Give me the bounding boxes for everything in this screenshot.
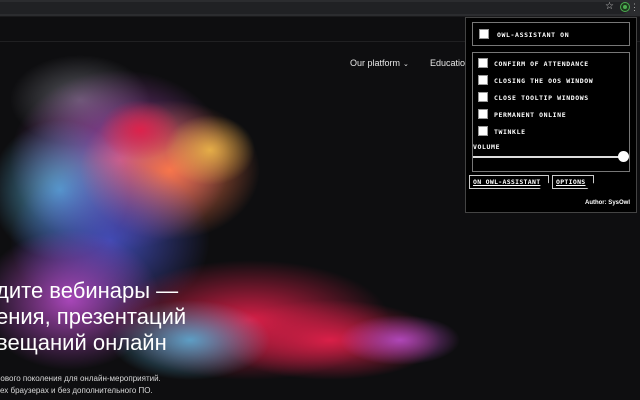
option-label: TWINKLE — [494, 128, 526, 136]
hero-subtitle: нового поколения для онлайн-мероприятий.… — [0, 373, 161, 397]
hero-title-line: ения, презентаций — [0, 304, 187, 329]
option-checkbox[interactable] — [478, 126, 488, 136]
nav-education[interactable]: Educatio — [430, 58, 465, 68]
option-checkbox[interactable] — [478, 75, 488, 85]
browser-toolbar: ☆ ⋮ — [0, 0, 640, 17]
option-label: CLOSING THE OOS WINDOW — [494, 77, 594, 85]
option-twinkle[interactable]: TWINKLE — [478, 126, 628, 138]
volume-slider-track[interactable] — [473, 156, 623, 158]
option-checkbox[interactable] — [478, 109, 488, 119]
volume-slider-thumb[interactable] — [618, 151, 629, 162]
star-icon[interactable]: ☆ — [605, 1, 614, 13]
option-label: CLOSE TOOLTIP WINDOWS — [494, 94, 589, 102]
hero-subtitle-line: нового поколения для онлайн-мероприятий. — [0, 374, 161, 383]
option-closing-oos-window[interactable]: CLOSING THE OOS WINDOW — [478, 75, 628, 87]
option-close-tooltip-windows[interactable]: CLOSE TOOLTIP WINDOWS — [478, 92, 628, 104]
assistant-on-label: OWL-ASSISTANT ON — [497, 31, 570, 39]
tab-on-owl-assistant[interactable]: ON OWL-ASSISTANT — [469, 175, 549, 189]
author-credit: Author: SysOwl — [584, 200, 630, 206]
option-confirm-attendance[interactable]: CONFIRM OF ATTENDANCE — [478, 58, 628, 70]
assistant-on-checkbox[interactable] — [479, 29, 489, 39]
hero-title: дите вебинары — ения, презентаций вещани… — [0, 278, 186, 356]
option-permanent-online[interactable]: PERMANENT ONLINE — [478, 109, 628, 121]
volume-label: VOLUME — [473, 143, 501, 151]
option-checkbox[interactable] — [478, 58, 488, 68]
address-bar[interactable] — [0, 2, 628, 14]
menu-icon[interactable]: ⋮ — [630, 1, 639, 13]
option-checkbox[interactable] — [478, 92, 488, 102]
owl-extension-icon[interactable] — [620, 2, 630, 12]
hero-title-line: вещаний онлайн — [0, 330, 167, 355]
options-panel: CONFIRM OF ATTENDANCE CLOSING THE OOS WI… — [472, 52, 630, 172]
tab-options[interactable]: OPTIONS — [552, 175, 594, 189]
nav-our-platform[interactable]: Our platform ⌄ — [350, 58, 409, 68]
hero-title-line: дите вебинары — — [0, 278, 179, 303]
owl-assistant-popup: OWL-ASSISTANT ON CONFIRM OF ATTENDANCE C… — [465, 17, 637, 213]
option-label: CONFIRM OF ATTENDANCE — [494, 60, 589, 68]
option-label: PERMANENT ONLINE — [494, 111, 567, 119]
assistant-toggle-box: OWL-ASSISTANT ON — [472, 22, 630, 46]
hero-subtitle-line: сех браузерах и без дополнительного ПО. — [0, 386, 153, 395]
chevron-down-icon: ⌄ — [403, 61, 409, 68]
